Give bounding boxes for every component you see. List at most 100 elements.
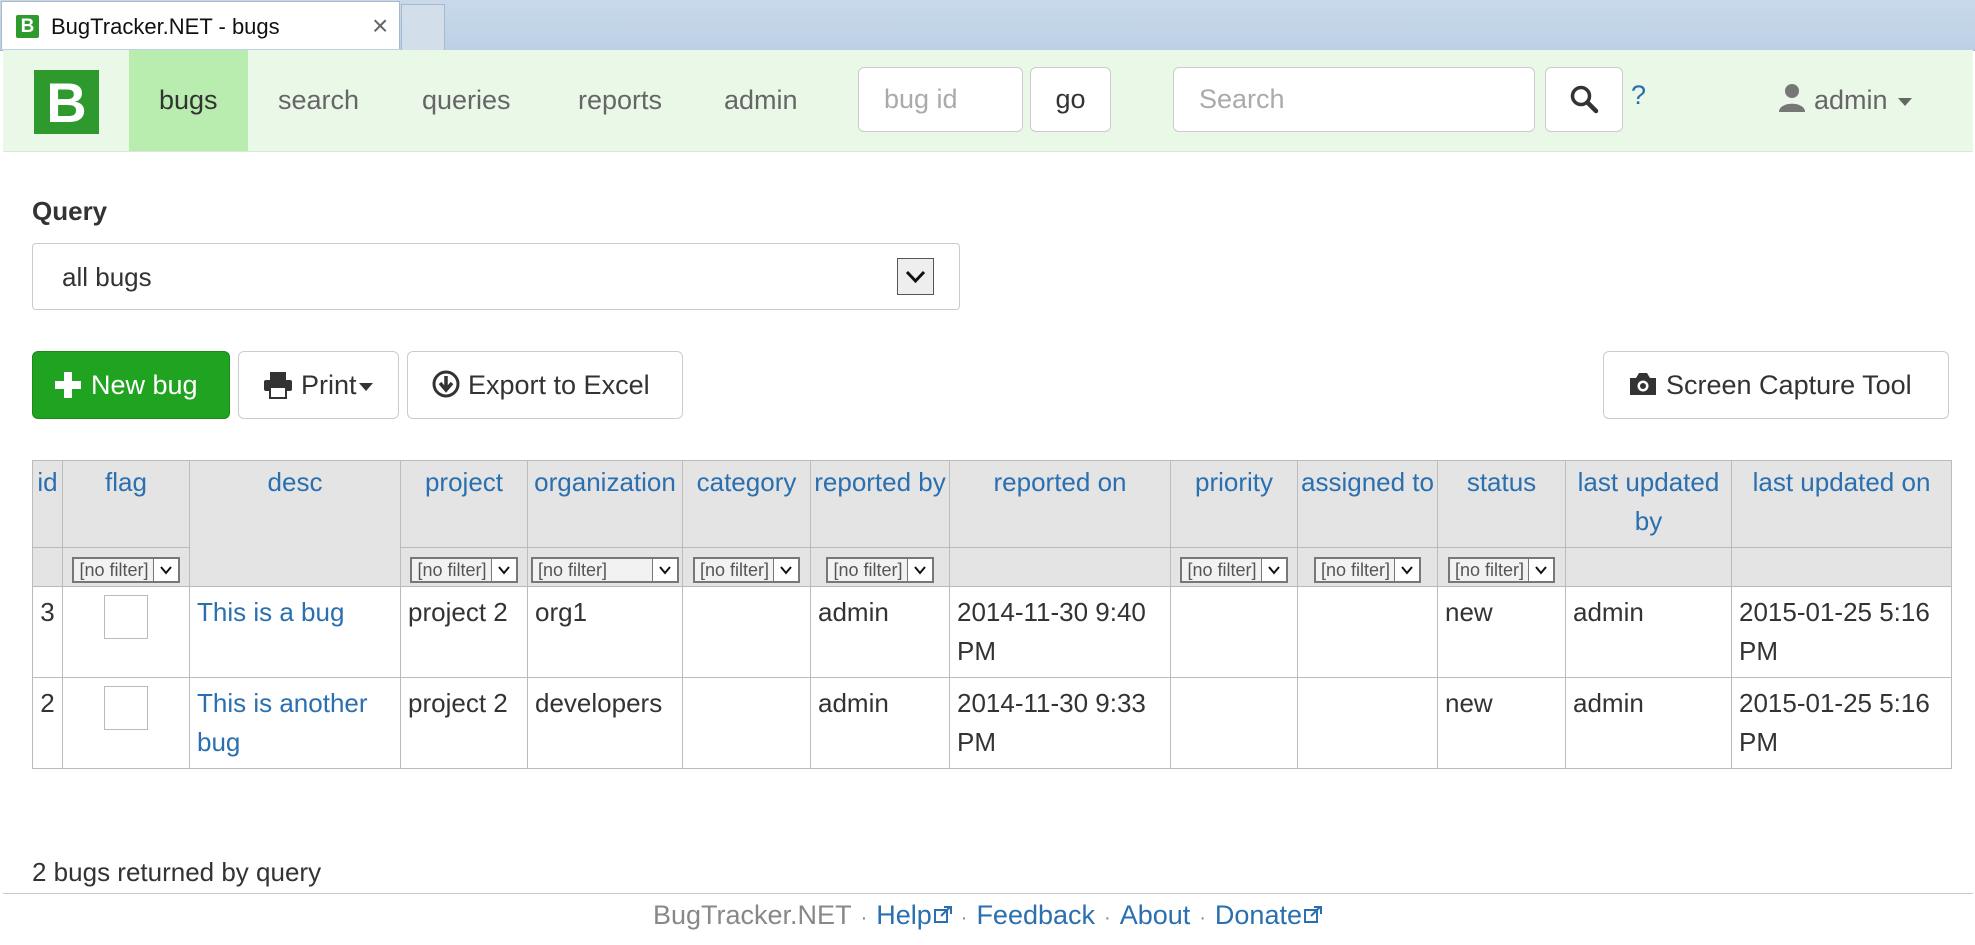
filter-label: [no filter] [538, 560, 608, 580]
nav-reports[interactable]: reports [548, 50, 692, 151]
table-row: 3 This is a bug project 2 org1 admin 201… [32, 586, 1952, 678]
search-input[interactable]: Search [1173, 67, 1535, 132]
col-header-reported-on[interactable]: reported on [949, 460, 1171, 548]
new-bug-label: New bug [91, 370, 198, 400]
printer-icon [264, 371, 292, 399]
help-link[interactable]: ? [1631, 80, 1646, 111]
cell-last-updated-by: admin [1565, 586, 1732, 678]
filter-reported-by[interactable]: [no filter] [826, 557, 934, 583]
col-header-organization[interactable]: organization [527, 460, 683, 548]
cell-reported-on: 2014-11-30 9:33 PM [949, 677, 1171, 769]
col-header-priority[interactable]: priority [1170, 460, 1298, 548]
footer-separator: · [1104, 907, 1111, 929]
cell-assigned-to [1297, 586, 1438, 678]
footer-feedback-link[interactable]: Feedback [976, 900, 1095, 930]
chevron-down-icon [1260, 559, 1286, 581]
nav-bugs[interactable]: bugs [129, 50, 248, 151]
cell-assigned-to [1297, 677, 1438, 769]
bug-link[interactable]: This is another bug [197, 688, 368, 757]
filter-cell-assigned-to: [no filter] [1297, 547, 1438, 587]
filter-flag[interactable]: [no filter] [72, 557, 180, 583]
cell-organization: developers [527, 677, 683, 769]
user-name: admin [1814, 85, 1888, 115]
chevron-down-icon[interactable] [897, 258, 934, 295]
filter-label: [no filter] [699, 560, 770, 580]
col-header-status[interactable]: status [1437, 460, 1566, 548]
new-bug-button[interactable]: New bug [32, 351, 230, 419]
cell-reported-by: admin [810, 586, 950, 678]
footer-donate-link[interactable]: Donate [1215, 900, 1322, 930]
filter-organization[interactable]: [no filter] [531, 557, 679, 583]
filter-label: [no filter] [833, 560, 903, 580]
footer-about-link[interactable]: About [1120, 900, 1191, 930]
table-row: 2 This is another bug project 2 develope… [32, 677, 1952, 769]
cell-last-updated-on: 2015-01-25 5:16 PM [1731, 677, 1952, 769]
filter-label: [no filter] [417, 560, 487, 580]
cell-category [682, 677, 811, 769]
cell-priority [1170, 586, 1298, 678]
filter-assigned-to[interactable]: [no filter] [1313, 557, 1422, 583]
app-logo[interactable]: B [34, 70, 99, 134]
footer-divider [3, 893, 1973, 894]
cell-category [682, 586, 811, 678]
filter-priority[interactable]: [no filter] [1180, 557, 1288, 583]
col-header-last-updated-by[interactable]: last updated by [1565, 460, 1732, 548]
plus-icon [55, 371, 81, 398]
col-header-project[interactable]: project [400, 460, 528, 548]
search-button[interactable] [1545, 67, 1623, 132]
nav-search[interactable]: search [248, 50, 389, 151]
filter-status[interactable]: [no filter] [1447, 557, 1556, 583]
export-excel-button[interactable]: Export to Excel [407, 351, 683, 419]
col-header-id[interactable]: id [32, 460, 63, 548]
filter-cell-organization: [no filter] [527, 547, 683, 587]
chevron-down-icon [1394, 559, 1420, 581]
query-select[interactable]: all bugs [32, 243, 960, 310]
filter-cell-project: [no filter] [400, 547, 528, 587]
screen-capture-button[interactable]: Screen Capture Tool [1603, 351, 1949, 419]
query-label: Query [32, 196, 108, 226]
cell-reported-by: admin [810, 677, 950, 769]
camera-icon [1630, 372, 1656, 395]
print-button[interactable]: Print [238, 351, 399, 419]
print-label: Print [301, 370, 357, 400]
new-tab-button[interactable] [401, 4, 445, 50]
footer-help-link[interactable]: Help [876, 900, 952, 930]
chevron-down-icon [906, 559, 932, 581]
bug-table: id flag desc project organization catego… [32, 460, 1952, 769]
filter-cell-category: [no filter] [682, 547, 811, 587]
flag-checkbox[interactable] [104, 686, 148, 730]
external-link-icon [933, 906, 952, 923]
cell-status: new [1437, 677, 1566, 769]
bug-link[interactable]: This is a bug [197, 597, 344, 627]
cell-last-updated-on: 2015-01-25 5:16 PM [1731, 586, 1952, 678]
col-header-assigned-to[interactable]: assigned to [1297, 460, 1438, 548]
filter-category[interactable]: [no filter] [692, 557, 801, 583]
footer-separator: · [860, 907, 868, 929]
go-button[interactable]: go [1030, 67, 1111, 132]
tab-close-icon[interactable]: × [372, 10, 388, 42]
user-menu[interactable]: admin [1778, 50, 1912, 151]
col-header-desc[interactable]: desc [189, 460, 401, 587]
cell-priority [1170, 677, 1298, 769]
browser-tab[interactable]: B BugTracker.NET - bugs × [1, 1, 400, 49]
bug-id-input[interactable]: bug id [858, 67, 1023, 132]
nav-queries[interactable]: queries [392, 50, 541, 151]
filter-cell-last-updated-by [1565, 547, 1732, 587]
filter-cell-flag: [no filter] [62, 547, 190, 587]
user-icon [1779, 84, 1805, 112]
col-header-flag[interactable]: flag [62, 460, 190, 548]
cell-status: new [1437, 586, 1566, 678]
download-icon [432, 370, 460, 398]
search-icon [1570, 85, 1599, 114]
footer-donate-label: Donate [1214, 900, 1302, 930]
col-header-reported-by[interactable]: reported by [810, 460, 950, 548]
filter-project[interactable]: [no filter] [410, 557, 518, 583]
chevron-down-icon [1897, 97, 1912, 106]
col-header-last-updated-on[interactable]: last updated on [1731, 460, 1952, 548]
query-selected-value: all bugs [62, 262, 152, 292]
filter-label: [no filter] [1187, 560, 1257, 580]
nav-admin[interactable]: admin [694, 50, 828, 151]
flag-checkbox[interactable] [104, 595, 148, 639]
col-header-category[interactable]: category [682, 460, 811, 548]
filter-cell-reported-on [949, 547, 1171, 587]
